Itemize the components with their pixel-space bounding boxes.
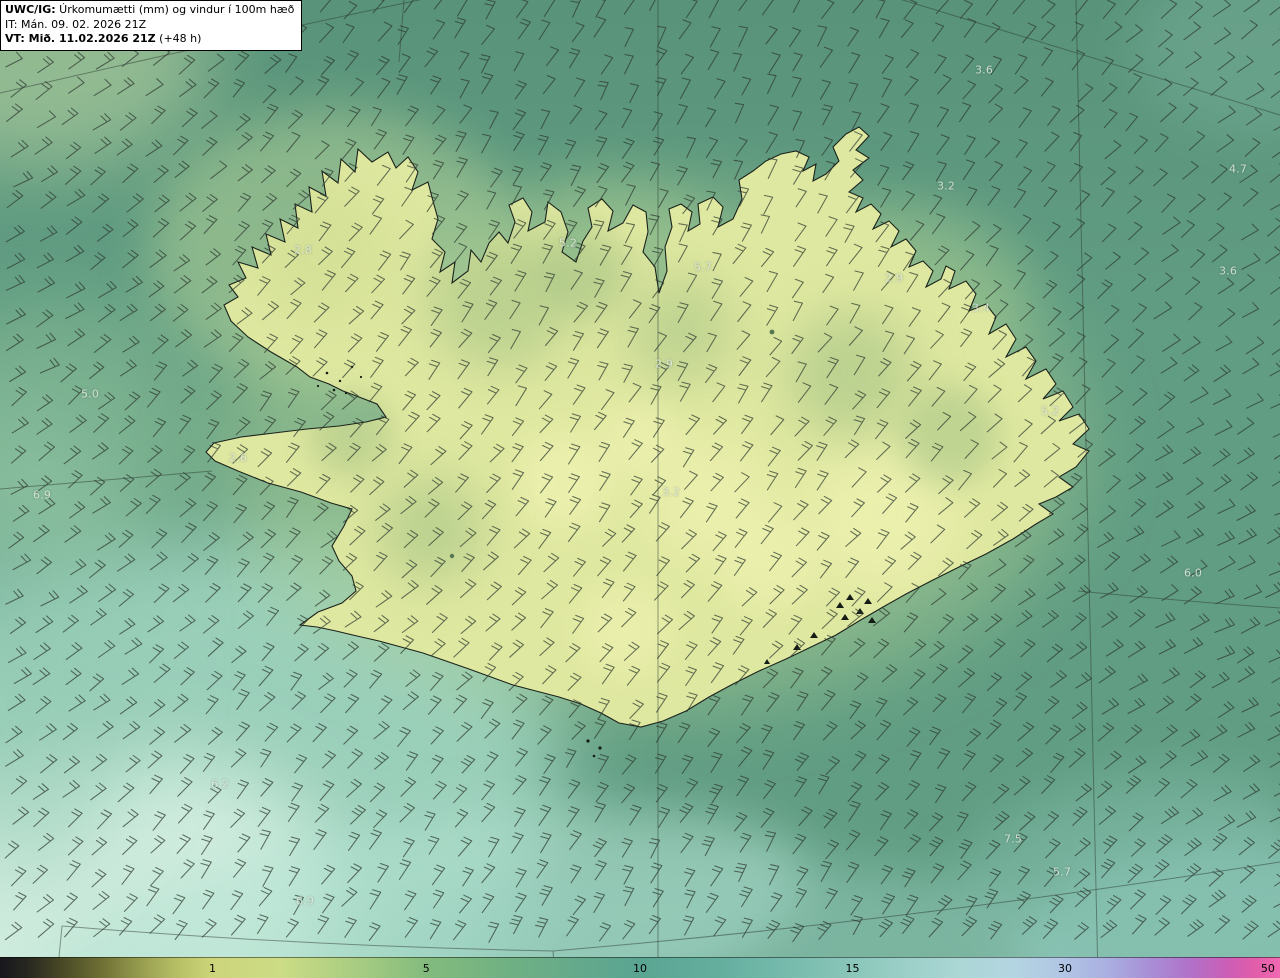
title-box: UWC/IG: Úrkomumætti (mm) og vindur í 100… (0, 0, 303, 51)
map-canvas (0, 0, 1280, 978)
product-label: UWC/IG: (5, 3, 56, 16)
colorbar-tick: 10 (633, 962, 647, 975)
product-text: Úrkomumætti (mm) og vindur í 100m hæð (55, 3, 295, 16)
valid-label: VT: (5, 32, 25, 45)
product-title: UWC/IG: Úrkomumætti (mm) og vindur í 100… (5, 3, 294, 18)
colorbar-tick: 5 (422, 962, 430, 975)
colorbar-tick: 15 (845, 962, 860, 975)
weather-map: 3.6 3.2 4.7 2.8 5.2 5.7 2.9 3.6 3.4 2.9 5.0 5.2 2.6 6… (0, 0, 1280, 978)
init-text: Mán. 09. 02. 2026 21Z (17, 17, 147, 31)
init-time: IT: Mán. 09. 02. 2026 21Z (5, 18, 294, 33)
colorbar-tick: 1 (208, 962, 216, 975)
colorbar-tick: 50 (1260, 962, 1275, 975)
valid-time: VT: Mið. 11.02.2026 21Z (+48 h) (5, 32, 294, 47)
valid-text: Mið. 11.02.2026 21Z (24, 32, 156, 45)
colorbar: 1 5 10 15 30 50 (0, 957, 1280, 978)
init-label: IT: (5, 17, 18, 31)
colorbar-tick: 30 (1057, 962, 1072, 975)
valid-suffix: (+48 h) (155, 32, 202, 45)
